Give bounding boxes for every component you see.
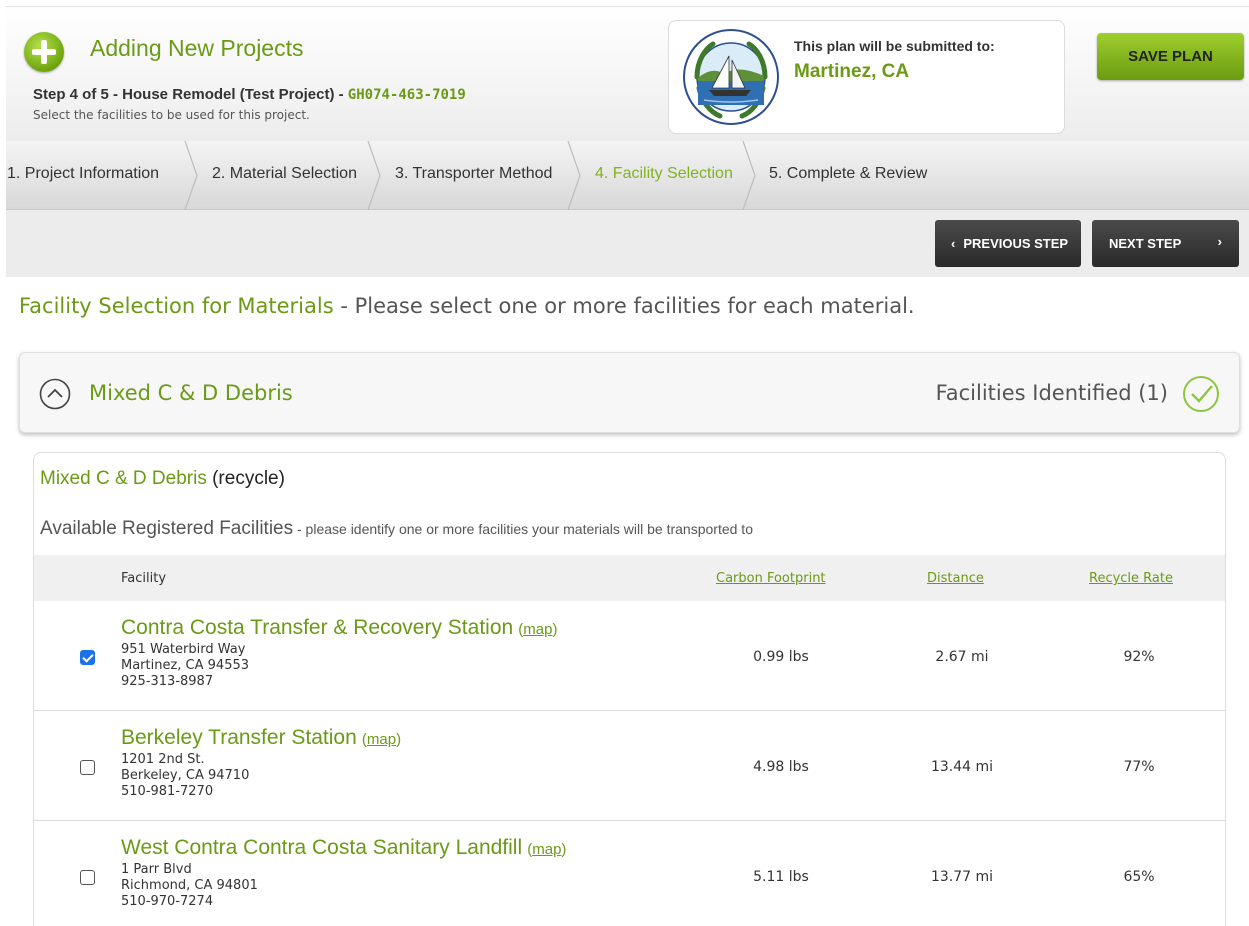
- facility-distance: 13.44 mi: [930, 759, 994, 775]
- chevron-left-icon: ‹: [951, 236, 956, 251]
- section-instruction: - Please select one or more facilities f…: [333, 294, 915, 318]
- material-details-card: Mixed C & D Debris (recycle) Available R…: [33, 452, 1226, 926]
- step-text: Step 4 of 5 - House Remodel (Test Projec…: [33, 86, 348, 103]
- facility-address-line1: 951 Waterbird Way: [121, 642, 246, 657]
- facility-phone: 510-970-7274: [121, 894, 214, 909]
- check-circle-icon: [1183, 376, 1219, 412]
- facility-row: Berkeley Transfer Station (map) 1201 2nd…: [34, 711, 1225, 821]
- facility-checkbox[interactable]: [80, 760, 95, 775]
- facility-address-line2: Richmond, CA 94801: [121, 878, 258, 893]
- add-project-icon: [24, 32, 64, 72]
- previous-step-button[interactable]: ‹ PREVIOUS STEP: [935, 220, 1081, 267]
- facility-address-line2: Martinez, CA 94553: [121, 658, 250, 673]
- submission-card: This plan will be submitted to: Martinez…: [668, 20, 1065, 134]
- available-facilities-hint: - please identify one or more facilities…: [293, 521, 753, 537]
- step-separator-icon: [567, 141, 581, 210]
- map-link-wrapper: (map): [361, 731, 402, 748]
- facility-carbon-footprint: 0.99 lbs: [753, 649, 809, 665]
- page-header: Adding New Projects Step 4 of 5 - House …: [6, 6, 1249, 142]
- save-plan-button[interactable]: SAVE PLAN: [1097, 33, 1244, 80]
- facility-checkbox[interactable]: [80, 650, 95, 665]
- facility-distance: 13.77 mi: [930, 869, 994, 885]
- material-detail-name: Mixed C & D Debris: [40, 468, 207, 489]
- facility-carbon-footprint: 5.11 lbs: [753, 869, 809, 885]
- facility-phone: 925-313-8987: [121, 674, 214, 689]
- facilities-identified-count: Facilities Identified (1): [935, 381, 1168, 405]
- step-separator-icon: [184, 141, 198, 210]
- recycle-rate-sort-link[interactable]: Recycle Rate: [1089, 571, 1173, 586]
- facility-row: Contra Costa Transfer & Recovery Station…: [34, 601, 1225, 711]
- map-link[interactable]: map: [523, 621, 552, 638]
- next-step-label: NEXT STEP: [1109, 236, 1182, 251]
- facility-address-line1: 1201 2nd St.: [121, 752, 205, 767]
- previous-step-label: PREVIOUS STEP: [963, 236, 1069, 251]
- step-complete-review[interactable]: 5. Complete & Review: [769, 165, 927, 183]
- chevron-right-icon: ›: [1217, 234, 1222, 249]
- material-name: Mixed C & D Debris: [89, 381, 293, 405]
- facility-recycle-rate: 65%: [1123, 869, 1155, 885]
- facility-row: West Contra Contra Costa Sanitary Landfi…: [34, 821, 1225, 926]
- facility-name-line: West Contra Contra Costa Sanitary Landfi…: [121, 836, 566, 860]
- facility-name: West Contra Contra Costa Sanitary Landfi…: [121, 836, 523, 859]
- map-link[interactable]: map: [532, 841, 561, 858]
- distance-sort-link[interactable]: Distance: [927, 571, 984, 586]
- map-link-wrapper: (map): [527, 841, 567, 858]
- facility-distance: 2.67 mi: [935, 649, 989, 665]
- page-title: Adding New Projects: [90, 35, 304, 61]
- step-separator-icon: [742, 141, 756, 210]
- next-step-button[interactable]: NEXT STEP ›: [1092, 220, 1239, 267]
- facility-recycle-rate: 77%: [1123, 759, 1155, 775]
- map-link[interactable]: map: [367, 731, 396, 748]
- submission-label: This plan will be submitted to:: [794, 38, 995, 54]
- facility-recycle-rate: 92%: [1123, 649, 1155, 665]
- collapse-chevron-up-icon[interactable]: [39, 378, 71, 410]
- section-title: Facility Selection for Materials: [19, 294, 334, 318]
- step-transporter-method[interactable]: 3. Transporter Method: [395, 165, 552, 183]
- facility-name-line: Contra Costa Transfer & Recovery Station…: [121, 616, 557, 640]
- carbon-footprint-sort-link[interactable]: Carbon Footprint: [716, 571, 826, 586]
- material-mode: (recycle): [212, 468, 285, 489]
- facility-name-line: Berkeley Transfer Station (map): [121, 726, 401, 750]
- facility-checkbox[interactable]: [80, 870, 95, 885]
- step-progress-bar: 1. Project Information 2. Material Selec…: [6, 141, 1249, 210]
- facility-address-line2: Berkeley, CA 94710: [121, 768, 250, 783]
- facility-name: Berkeley Transfer Station: [121, 726, 357, 749]
- page-subtitle: Select the facilities to be used for thi…: [33, 108, 310, 122]
- city-seal-logo: [683, 29, 779, 125]
- material-accordion-header[interactable]: Mixed C & D Debris Facilities Identified…: [19, 352, 1240, 433]
- facility-phone: 510-981-7270: [121, 784, 214, 799]
- step-material-selection[interactable]: 2. Material Selection: [212, 165, 357, 183]
- available-facilities-title: Available Registered Facilities: [40, 518, 294, 539]
- step-facility-selection[interactable]: 4. Facility Selection: [595, 165, 733, 183]
- step-project-information[interactable]: 1. Project Information: [7, 165, 159, 183]
- facility-name: Contra Costa Transfer & Recovery Station: [121, 616, 514, 639]
- facility-address-line1: 1 Parr Blvd: [121, 862, 192, 877]
- facility-carbon-footprint: 4.98 lbs: [753, 759, 809, 775]
- available-facilities-heading: Available Registered Facilities - please…: [40, 518, 753, 540]
- map-link-wrapper: (map): [518, 621, 558, 638]
- submission-city: Martinez, CA: [794, 61, 910, 82]
- step-indicator: Step 4 of 5 - House Remodel (Test Projec…: [33, 86, 466, 103]
- facility-column-header: Facility: [121, 571, 167, 586]
- section-heading: Facility Selection for Materials - Pleas…: [19, 294, 915, 318]
- facility-table-header: Facility Carbon Footprint Distance Recyc…: [34, 555, 1225, 601]
- project-id: GH074-463-7019: [347, 87, 466, 103]
- step-separator-icon: [367, 141, 381, 210]
- material-detail-title: Mixed C & D Debris (recycle): [40, 468, 285, 490]
- step-navigation-bar: ‹ PREVIOUS STEP NEXT STEP ›: [6, 210, 1249, 277]
